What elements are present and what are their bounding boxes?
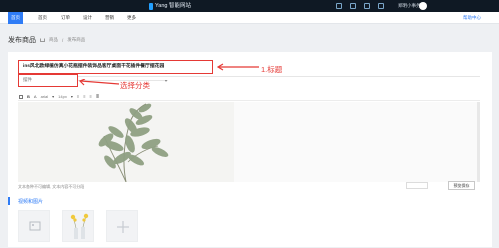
breadcrumb-separator: / <box>62 37 64 43</box>
section-marker <box>8 197 10 205</box>
breadcrumb: 商品 / 发布商品 <box>40 37 85 43</box>
nav-item-more[interactable]: 更多 <box>124 12 139 24</box>
annotation-title-label: 1.标题 <box>261 65 283 74</box>
bell-icon[interactable] <box>378 3 384 9</box>
top-bar: Yang 智能网站 郑明小事务 <box>0 0 499 12</box>
chevron-down-icon[interactable]: ▾ <box>165 78 167 83</box>
plant-image <box>18 102 234 183</box>
editor-toolbar: B A arial ▾ 14px ▾ ≡ ≡ ≡ ≣ <box>18 93 480 101</box>
align-center-icon[interactable]: ≡ <box>83 94 85 99</box>
align-left-icon[interactable]: ≡ <box>77 94 79 99</box>
list-icon[interactable]: ≣ <box>96 94 99 99</box>
title-field-underline <box>18 76 480 77</box>
nav-item-home-active[interactable]: 首页 <box>8 12 23 24</box>
message-icon[interactable] <box>364 3 370 9</box>
section-title: 视频和图片 <box>18 199 44 205</box>
annotation-arrow-title <box>216 63 259 71</box>
image-thumbnail-placeholder[interactable] <box>18 210 50 242</box>
nav-item-marketing[interactable]: 营销 <box>102 12 117 24</box>
page-title: 发布商品 <box>8 37 36 44</box>
preview-save-button[interactable]: 预览保存 <box>448 181 475 190</box>
product-form-panel: ins风北欧绿植仿真小花瓶摆件装饰品客厅桌面干花插件餐厅摆花园 摆件 ▾ 1.标… <box>8 52 492 247</box>
image-thumbnail-flowers[interactable] <box>62 210 94 242</box>
breadcrumb-item: 发布商品 <box>67 37 86 42</box>
font-family-select[interactable]: arial <box>41 94 49 99</box>
home-icon[interactable] <box>40 38 45 42</box>
plus-icon <box>117 221 129 233</box>
image-icon[interactable] <box>19 94 23 99</box>
chevron-down-icon[interactable]: ▾ <box>71 94 73 99</box>
bold-icon[interactable]: B <box>27 94 30 99</box>
nav-item-orders[interactable]: 订单 <box>58 12 73 24</box>
user-name[interactable]: 郑明小事务 <box>398 3 421 9</box>
editor-dropdown[interactable] <box>406 182 428 189</box>
editor-hint-text: 文本各种不可编辑, 文本内容不可分段 <box>18 184 85 189</box>
monitor-icon[interactable] <box>336 3 342 9</box>
nav-item-home[interactable]: 首页 <box>35 12 50 24</box>
product-title-input[interactable]: ins风北欧绿植仿真小花瓶摆件装饰品客厅桌面干花插件餐厅摆花园 <box>18 60 213 74</box>
editor-scrollbar[interactable] <box>477 102 480 182</box>
add-image-button[interactable] <box>106 210 138 242</box>
category-select[interactable]: 摆件 <box>18 74 78 87</box>
breadcrumb-item[interactable]: 商品 <box>49 37 58 43</box>
logo-text: Yang 智能网站 <box>155 3 191 9</box>
rich-text-editor[interactable] <box>18 102 480 183</box>
logo-mark-icon <box>149 2 153 10</box>
chevron-down-icon[interactable]: ▾ <box>52 94 54 99</box>
annotation-arrow-category <box>78 79 120 86</box>
annotation-category-label: 选择分类 <box>120 81 150 90</box>
font-color-icon[interactable]: A <box>34 94 37 99</box>
logo[interactable]: Yang 智能网站 <box>149 2 191 10</box>
font-size-select[interactable]: 14px <box>58 94 67 99</box>
screen-icon[interactable] <box>350 3 356 9</box>
avatar[interactable] <box>419 2 427 10</box>
nav-item-design[interactable]: 设计 <box>80 12 95 24</box>
help-link[interactable]: 帮助中心 <box>463 12 481 24</box>
align-right-icon[interactable]: ≡ <box>90 94 92 99</box>
main-nav: 首页 首页 订单 设计 营销 更多 帮助中心 <box>0 12 499 24</box>
